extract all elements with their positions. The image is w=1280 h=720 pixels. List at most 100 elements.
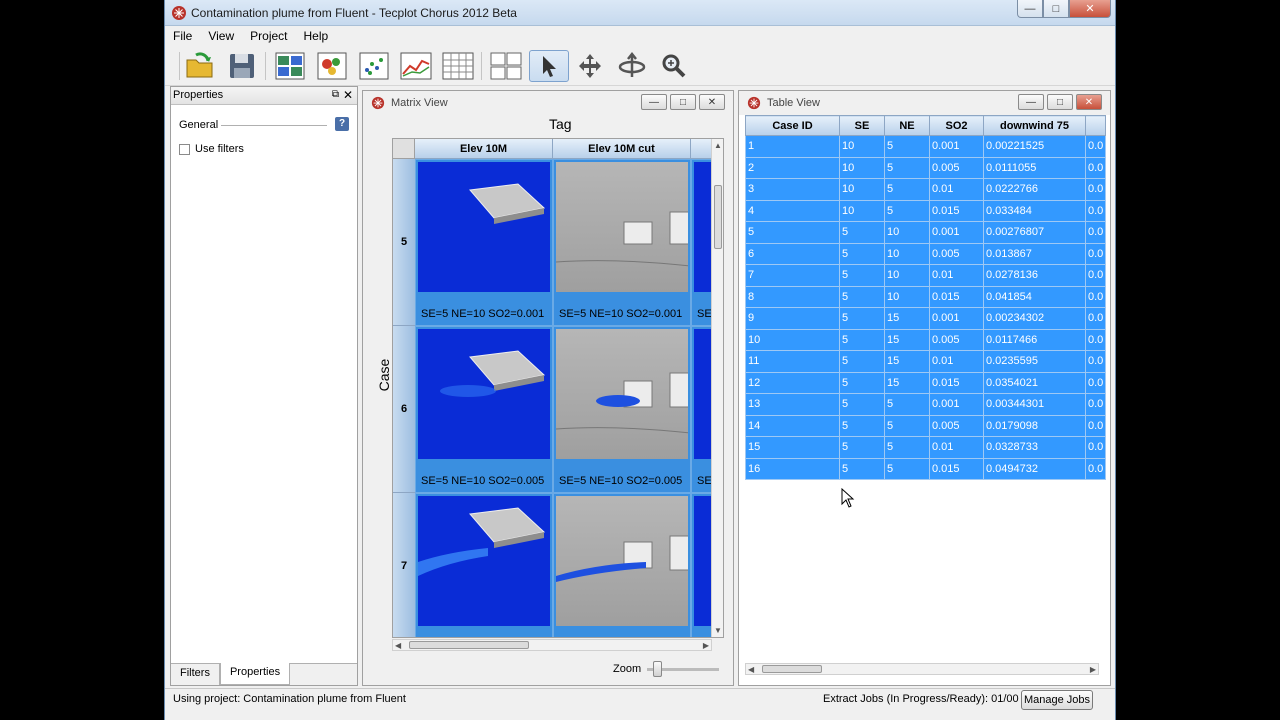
table-cell[interactable]: 0.001 bbox=[929, 307, 984, 330]
scroll-left-icon[interactable]: ◀ bbox=[395, 641, 401, 650]
table-cell[interactable]: 4 bbox=[745, 199, 840, 222]
matrix-cell[interactable]: SE=5 NE=10 SO2=0.001 bbox=[553, 159, 691, 326]
column-header[interactable]: downwind 75 bbox=[983, 115, 1086, 136]
table-cell[interactable]: 0.0328733 bbox=[983, 436, 1086, 459]
use-filters-row[interactable]: Use filters bbox=[179, 143, 244, 155]
table-cell[interactable]: 0.0179098 bbox=[983, 414, 1086, 437]
table-cell[interactable]: 0.005 bbox=[929, 156, 984, 179]
table-cell[interactable]: 0.041854 bbox=[983, 285, 1086, 308]
menu-project[interactable]: Project bbox=[242, 29, 295, 43]
zoom-slider[interactable] bbox=[647, 660, 720, 677]
scroll-right-icon[interactable]: ▶ bbox=[703, 641, 709, 650]
minimize-button[interactable]: — bbox=[1017, 0, 1043, 18]
table-cell[interactable]: 5 bbox=[745, 221, 840, 244]
table-cell[interactable]: 5 bbox=[884, 436, 930, 459]
horizontal-scrollbar[interactable]: ◀ ▶ bbox=[745, 663, 1099, 675]
table-cell[interactable]: 0.0 bbox=[1085, 371, 1106, 394]
scatter-button[interactable] bbox=[357, 50, 391, 82]
minimize-button[interactable]: — bbox=[1018, 94, 1044, 110]
table-row[interactable]: 2 10 5 0.005 0.0111055 0.0 bbox=[745, 156, 1106, 179]
table-cell[interactable]: 0.01 bbox=[929, 264, 984, 287]
matrix-cell[interactable]: SE=5 NE=10 SO2=0.001 bbox=[415, 159, 553, 326]
table-cell[interactable]: 15 bbox=[884, 328, 930, 351]
table-cell[interactable]: 0.0494732 bbox=[983, 457, 1086, 480]
close-button[interactable]: ✕ bbox=[1076, 94, 1102, 110]
minimize-button[interactable]: — bbox=[641, 94, 667, 110]
table-cell[interactable]: 0.0235595 bbox=[983, 350, 1086, 373]
use-filters-checkbox[interactable] bbox=[179, 143, 190, 155]
table-cell[interactable]: 5 bbox=[839, 436, 885, 459]
table-cell[interactable]: 0.0 bbox=[1085, 457, 1106, 480]
table-cell[interactable]: 6 bbox=[745, 242, 840, 265]
table-view-titlebar[interactable]: Table View — □ ✕ bbox=[739, 91, 1110, 115]
restore-button[interactable]: □ bbox=[670, 94, 696, 110]
table-row[interactable]: 15 5 5 0.01 0.0328733 0.0 bbox=[745, 436, 1106, 459]
matrix-cell[interactable]: SE=5 NE=10 SO2=0.005 bbox=[415, 326, 553, 493]
manage-jobs-button[interactable]: Manage Jobs bbox=[1021, 690, 1093, 710]
table-cell[interactable]: 5 bbox=[839, 414, 885, 437]
save-button[interactable] bbox=[225, 50, 259, 82]
zoom-slider-handle[interactable] bbox=[653, 660, 663, 677]
table-cell[interactable]: 15 bbox=[884, 371, 930, 394]
table-row[interactable]: 14 5 5 0.005 0.0179098 0.0 bbox=[745, 414, 1106, 437]
table-cell[interactable]: 0.0 bbox=[1085, 156, 1106, 179]
table-cell[interactable]: 0.0278136 bbox=[983, 264, 1086, 287]
row-header[interactable]: 6 bbox=[393, 326, 415, 493]
matrix-view-button[interactable] bbox=[273, 50, 307, 82]
scroll-left-icon[interactable]: ◀ bbox=[748, 665, 754, 674]
scrollbar-thumb[interactable] bbox=[714, 185, 722, 249]
help-icon[interactable]: ? bbox=[335, 117, 349, 131]
scrollbar-thumb[interactable] bbox=[409, 641, 529, 649]
table-cell[interactable]: 5 bbox=[884, 199, 930, 222]
table-cell[interactable]: 0.0354021 bbox=[983, 371, 1086, 394]
maximize-button[interactable]: □ bbox=[1043, 0, 1069, 18]
table-cell[interactable]: 0.005 bbox=[929, 328, 984, 351]
table-cell[interactable]: 5 bbox=[839, 264, 885, 287]
tab-filters[interactable]: Filters bbox=[171, 664, 220, 685]
table-cell[interactable]: 0.01 bbox=[929, 178, 984, 201]
column-header[interactable]: Elev 10M cut bbox=[553, 139, 691, 159]
table-cell[interactable]: 0.013867 bbox=[983, 242, 1086, 265]
table-cell[interactable]: 10 bbox=[884, 285, 930, 308]
table-cell[interactable]: 15 bbox=[884, 350, 930, 373]
table-cell[interactable]: 5 bbox=[884, 178, 930, 201]
close-button[interactable]: ✕ bbox=[699, 94, 725, 110]
table-cell[interactable]: 0.0 bbox=[1085, 307, 1106, 330]
table-cell[interactable]: 5 bbox=[884, 414, 930, 437]
restore-button[interactable]: □ bbox=[1047, 94, 1073, 110]
zoom-button[interactable] bbox=[657, 50, 691, 82]
table-cell[interactable]: 12 bbox=[745, 371, 840, 394]
table-row[interactable]: 12 5 15 0.015 0.0354021 0.0 bbox=[745, 371, 1106, 394]
table-cell[interactable]: 10 bbox=[884, 221, 930, 244]
table-cell[interactable]: 0.0 bbox=[1085, 393, 1106, 416]
table-cell[interactable]: 0.00221525 bbox=[983, 135, 1086, 158]
layout-grid-button[interactable] bbox=[489, 50, 523, 82]
matrix-cell[interactable] bbox=[553, 493, 691, 637]
table-cell[interactable]: 0.0 bbox=[1085, 199, 1106, 222]
table-row[interactable]: 13 5 5 0.001 0.00344301 0.0 bbox=[745, 393, 1106, 416]
table-cell[interactable]: 8 bbox=[745, 285, 840, 308]
column-header[interactable]: SE bbox=[839, 115, 885, 136]
column-header[interactable] bbox=[1085, 115, 1106, 136]
rotate-button[interactable] bbox=[615, 50, 649, 82]
scroll-up-icon[interactable]: ▲ bbox=[714, 141, 722, 150]
table-cell[interactable]: 0.033484 bbox=[983, 199, 1086, 222]
line-plot-button[interactable] bbox=[399, 50, 433, 82]
menu-file[interactable]: File bbox=[165, 29, 200, 43]
close-button[interactable]: ✕ bbox=[1069, 0, 1111, 18]
menu-view[interactable]: View bbox=[200, 29, 242, 43]
table-cell[interactable]: 10 bbox=[745, 328, 840, 351]
open-project-button[interactable] bbox=[183, 50, 217, 82]
table-cell[interactable]: 5 bbox=[884, 156, 930, 179]
table-cell[interactable]: 10 bbox=[884, 242, 930, 265]
table-cell[interactable]: 0.0 bbox=[1085, 242, 1106, 265]
table-row[interactable]: 7 5 10 0.01 0.0278136 0.0 bbox=[745, 264, 1106, 287]
table-cell[interactable]: 7 bbox=[745, 264, 840, 287]
table-cell[interactable]: 0.0 bbox=[1085, 264, 1106, 287]
table-cell[interactable]: 10 bbox=[839, 156, 885, 179]
table-cell[interactable]: 0.005 bbox=[929, 242, 984, 265]
table-cell[interactable]: 15 bbox=[745, 436, 840, 459]
table-cell[interactable]: 5 bbox=[839, 457, 885, 480]
table-cell[interactable]: 0.0 bbox=[1085, 436, 1106, 459]
table-cell[interactable]: 0.01 bbox=[929, 436, 984, 459]
